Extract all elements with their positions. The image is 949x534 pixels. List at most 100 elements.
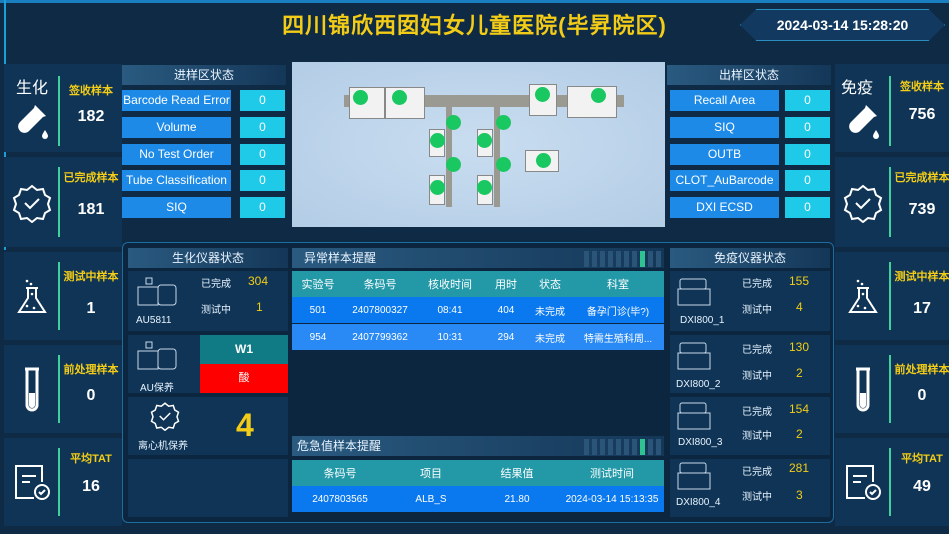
badge-check-icon (12, 184, 52, 223)
output-zone-label[interactable]: DXI ECSD (670, 197, 779, 218)
critical-table-header: 条码号 项目 结果值 测试时间 (292, 460, 664, 486)
output-zone-value: 0 (785, 197, 830, 218)
biochem-instruments-title: 生化仪器状态 (128, 248, 288, 268)
stat-value: 0 (917, 387, 927, 404)
output-zone-value: 0 (785, 144, 830, 165)
status-dot-green[interactable] (353, 90, 368, 105)
immunoassay-analyzer-icon (677, 278, 711, 306)
table-cell: 08:41 (437, 304, 463, 316)
signal-bars (584, 439, 661, 455)
stat-card-received-immuno: 免疫 签收样本 756 (835, 64, 949, 152)
instrument-card-dxi800-4[interactable]: DXI800_4 已完成 281 测试中 3 (670, 459, 830, 517)
column-header: 项目 (420, 468, 442, 480)
top-frame-line (0, 0, 949, 3)
completed-label: 已完成 (742, 467, 772, 478)
instrument-name: DXI800_3 (678, 437, 723, 448)
stat-label: 前处理样本 (894, 364, 949, 376)
badge-check-icon (150, 402, 180, 431)
w1-status-badge: 酸 (200, 364, 288, 393)
table-cell: 特需生殖科周... (583, 333, 653, 345)
stat-label: 测试中样本 (894, 271, 949, 283)
input-zone-label[interactable]: Barcode Read Error (122, 90, 231, 111)
output-zone-label[interactable]: SIQ (670, 117, 779, 138)
output-zone-label[interactable]: Recall Area (670, 90, 779, 111)
immuno-instruments-title: 免疫仪器状态 (670, 248, 830, 268)
table-row[interactable]: 501 2407800327 08:41 404 未完成 备孕门诊(毕?) (292, 297, 664, 323)
completed-value: 154 (789, 402, 810, 416)
table-cell: 2407803565 (312, 493, 368, 505)
column-header: 科室 (607, 279, 629, 291)
stat-label: 已完成样本 (63, 172, 119, 184)
test-tube-drop-icon (849, 105, 879, 139)
instrument-card-dxi800-2[interactable]: DXI800_2 已完成 130 测试中 2 (670, 335, 830, 393)
stat-card-received: 生化 签收样本 182 (4, 64, 122, 152)
stat-value: 16 (82, 478, 100, 495)
status-dot-green[interactable] (430, 133, 445, 148)
stat-value: 739 (908, 201, 936, 218)
completed-value: 304 (248, 274, 269, 288)
completed-label: 已完成 (742, 345, 772, 356)
immunoassay-analyzer-icon (677, 402, 711, 430)
status-dot-green[interactable] (477, 133, 492, 148)
output-zone-value: 0 (785, 117, 830, 138)
status-dot-green[interactable] (446, 115, 461, 130)
output-zone-label[interactable]: CLOT_AuBarcode (670, 170, 779, 191)
stat-label: 前处理样本 (63, 364, 119, 376)
badge-check-icon (843, 184, 883, 223)
instrument-name: DXI800_1 (680, 315, 725, 326)
table-cell: 10:31 (437, 331, 463, 343)
completed-label: 已完成 (742, 279, 772, 290)
testing-value: 2 (796, 427, 803, 441)
centrifuge-maintenance-card[interactable]: 离心机保养 4 (128, 397, 288, 455)
table-cell: 未完成 (535, 333, 565, 345)
output-zone-title: 出样区状态 (667, 65, 831, 85)
status-dot-green[interactable] (446, 157, 461, 172)
stat-card-avg-tat-immuno: 平均TAT 49 (835, 438, 949, 526)
input-zone-label[interactable]: SIQ (122, 197, 231, 218)
table-cell: 501 (309, 304, 327, 316)
input-zone-label[interactable]: Tube Classification (122, 170, 231, 191)
testing-value: 3 (796, 488, 803, 502)
abnormal-samples-title-text: 异常样本提醒 (304, 251, 377, 265)
stat-card-completed: 已完成样本 181 (4, 157, 122, 247)
status-dot-green[interactable] (496, 115, 511, 130)
column-header: 条码号 (363, 279, 397, 291)
table-row[interactable]: 954 2407799362 10:31 294 未完成 特需生殖科周... (292, 324, 664, 350)
input-zone-title: 进样区状态 (122, 65, 286, 85)
table-row[interactable]: 2407803565 ALB_S 21.80 2024-03-14 15:13:… (292, 486, 664, 512)
status-dot-green[interactable] (535, 87, 550, 102)
stat-card-testing: 测试中样本 1 (4, 252, 122, 340)
table-cell: 备孕门诊(毕?) (586, 306, 650, 318)
input-zone-value: 0 (240, 117, 285, 138)
test-tube-icon (856, 367, 870, 412)
status-dot-green[interactable] (477, 180, 492, 195)
input-zone-label[interactable]: No Test Order (122, 144, 231, 165)
column-header: 核收时间 (428, 279, 472, 291)
stat-label: 签收样本 (900, 81, 944, 93)
instrument-card-dxi800-3[interactable]: DXI800_3 已完成 154 测试中 2 (670, 397, 830, 455)
status-dot-green[interactable] (536, 153, 551, 168)
column-header: 结果值 (500, 468, 534, 480)
stat-label: 平均TAT (70, 453, 112, 465)
report-check-icon (15, 465, 50, 500)
stat-label: 签收样本 (69, 85, 113, 97)
stat-value: 17 (913, 300, 931, 317)
lab-automation-map[interactable] (292, 62, 665, 227)
testing-label: 测试中 (742, 305, 772, 316)
table-cell: ALB_S (415, 493, 447, 505)
column-header: 状态 (539, 279, 561, 291)
maintenance-card-au[interactable]: AU保养 W1 酸 (128, 335, 288, 394)
instrument-card-dxi800-1[interactable]: DXI800_1 已完成 155 测试中 4 (670, 271, 830, 331)
flask-icon (848, 279, 878, 313)
signal-bars (584, 251, 661, 267)
instrument-card-au5811[interactable]: AU5811 已完成 304 测试中 1 (128, 271, 288, 331)
output-zone-label[interactable]: OUTB (670, 144, 779, 165)
status-dot-green[interactable] (591, 88, 606, 103)
status-dot-green[interactable] (496, 157, 511, 172)
report-check-icon (846, 465, 881, 500)
category-label: 生化 (16, 80, 49, 97)
status-dot-green[interactable] (392, 90, 407, 105)
status-dot-green[interactable] (430, 180, 445, 195)
input-zone-label[interactable]: Volume (122, 117, 231, 138)
empty-slot (128, 459, 288, 517)
